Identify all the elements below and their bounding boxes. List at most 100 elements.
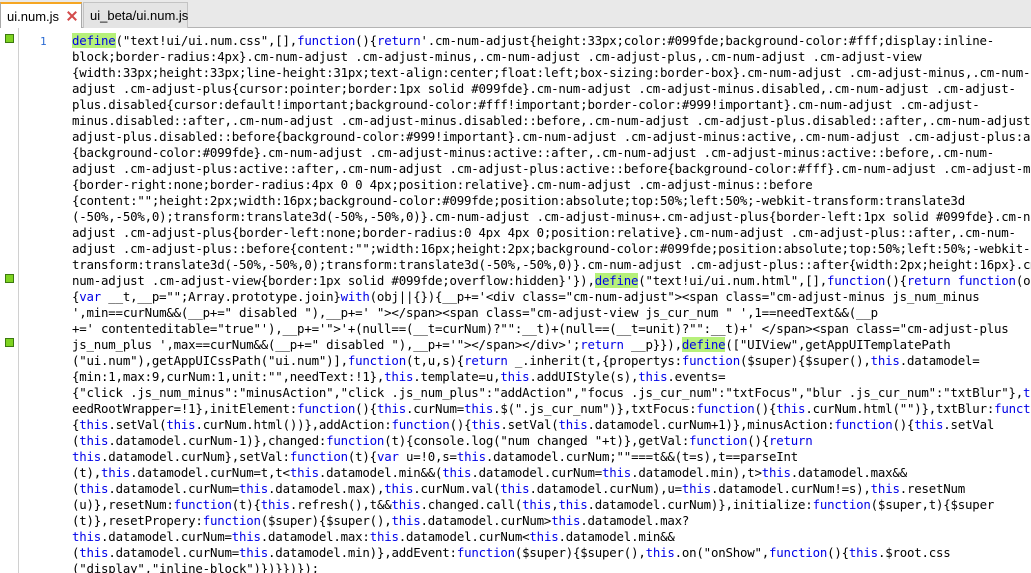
code-line[interactable]: block;border-radius:4px}.cm-num-adjust .… bbox=[72, 49, 1031, 65]
code-line[interactable]: js_num_plus ',max==curNum&&(__p+=" disab… bbox=[72, 337, 1031, 353]
code-token: .datamodel.min&&( bbox=[318, 465, 443, 480]
code-token: .datamodel.curNum= bbox=[108, 481, 239, 496]
keyword: this bbox=[231, 529, 261, 544]
keyword: this bbox=[602, 465, 632, 480]
code-token: .$root.css bbox=[877, 545, 951, 560]
code-editor[interactable]: 1 define("text!ui/ui.num.css",[],functio… bbox=[0, 28, 1031, 573]
code-line[interactable]: +=' contenteditable="true"'),__p+='">'+(… bbox=[72, 321, 1031, 337]
code-line[interactable]: minus.disabled::after,.cm-num-adjust .cm… bbox=[72, 113, 1031, 129]
tab-bar: ui.num.js ui_beta/ui.num.js bbox=[0, 0, 1031, 28]
code-token: .datamodel.min&& bbox=[558, 529, 675, 544]
code-line[interactable]: (t),this.datamodel.curNum=t,t<this.datam… bbox=[72, 465, 1031, 481]
code-line[interactable]: (t)},resetPropery:function($super){$supe… bbox=[72, 513, 1031, 529]
code-token: (t)},resetPropery: bbox=[72, 513, 203, 528]
code-token: __p}}), bbox=[623, 337, 682, 352]
code-line[interactable]: this.datamodel.curNum},setVal:function(t… bbox=[72, 449, 1031, 465]
code-token: (t){console.log("num changed "+t)},getVa… bbox=[384, 433, 690, 448]
keyword: this bbox=[72, 449, 102, 464]
tab-ui-num-js[interactable]: ui.num.js bbox=[0, 2, 82, 28]
code-token: ($super){$super(), bbox=[260, 513, 392, 528]
tab-ui-beta-ui-num-js[interactable]: ui_beta/ui.num.js bbox=[83, 2, 188, 28]
code-line[interactable]: (this.datamodel.curNum=this.datamodel.ma… bbox=[72, 481, 1031, 497]
code-line[interactable]: num-adjust .cm-adjust-view{border:1px so… bbox=[72, 273, 1031, 289]
code-token: .datamodel.min)},addEvent: bbox=[268, 545, 457, 560]
line-number: 1 bbox=[40, 35, 47, 48]
keyword: this bbox=[391, 513, 421, 528]
code-token: u=!0,s= bbox=[398, 449, 457, 464]
code-line[interactable]: {width:33px;height:33px;line-height:31px… bbox=[72, 65, 1031, 81]
code-line[interactable]: {background-color:#099fde}.cm-num-adjust… bbox=[72, 145, 1031, 161]
highlighted-keyword: define bbox=[594, 273, 639, 288]
highlighted-keyword: define bbox=[681, 337, 726, 352]
code-token: plus.disabled{cursor:default!important;b… bbox=[72, 97, 980, 112]
keyword: this bbox=[72, 529, 102, 544]
code-line[interactable]: {this.setVal(this.curNum.html())},addAct… bbox=[72, 417, 1031, 433]
code-line[interactable]: adjust-plus.disabled::before{background-… bbox=[72, 129, 1031, 145]
code-line[interactable]: (u)},resetNum:function(t){this.refresh()… bbox=[72, 497, 1031, 513]
code-token: .curNum.html())},addAction: bbox=[195, 417, 392, 432]
code-line[interactable]: ("ui.num"),getAppUICssPath("ui.num")],fu… bbox=[72, 353, 1031, 369]
keyword: function bbox=[834, 417, 893, 432]
code-line[interactable]: plus.disabled{cursor:default!important;b… bbox=[72, 97, 1031, 113]
code-token: js_num_plus ',max==curNum&&(__p+=" disab… bbox=[72, 337, 581, 352]
code-line[interactable]: define("text!ui/ui.num.css",[],function(… bbox=[72, 33, 1031, 49]
code-line[interactable]: {border-right:none;border-radius:4px 0 0… bbox=[72, 177, 1031, 193]
code-token: __t,__p="";Array.prototype.join} bbox=[101, 289, 341, 304]
code-line[interactable]: adjust .cm-adjust-plus:active::after,.cm… bbox=[72, 161, 1031, 177]
code-line[interactable]: this.datamodel.curNum=this.datamodel.max… bbox=[72, 529, 1031, 545]
code-line[interactable]: adjust .cm-adjust-plus::before{content:"… bbox=[72, 241, 1031, 257]
code-line[interactable]: transform:translate3d(-50%,-50%,0);trans… bbox=[72, 257, 1031, 273]
code-token: .setVal( bbox=[108, 417, 167, 432]
code-line[interactable]: eedRootWrapper=!1},initElement:function(… bbox=[72, 401, 1031, 417]
fold-bar bbox=[18, 28, 19, 573]
keyword: return bbox=[769, 433, 813, 448]
keyword: this bbox=[848, 545, 878, 560]
code-token: (){ bbox=[885, 273, 907, 288]
code-token: {content:"";height:2px;width:16px;backgr… bbox=[72, 193, 965, 208]
keyword: this bbox=[761, 465, 791, 480]
code-line[interactable]: adjust .cm-adjust-plus{border-left:none;… bbox=[72, 225, 1031, 241]
code-token: ($super){$super(), bbox=[739, 353, 871, 368]
bookmark-marker-icon[interactable] bbox=[5, 338, 14, 347]
code-token: .addUIStyle(s), bbox=[529, 369, 639, 384]
code-line[interactable]: {content:"";height:2px;width:16px;backgr… bbox=[72, 193, 1031, 209]
code-token: .datamodel.curNum= bbox=[108, 545, 239, 560]
code-line[interactable]: ("display","inline-block")})}})}); bbox=[72, 561, 1031, 573]
code-line[interactable]: ',min==curNum&&(__p+=" disabled "),__p+=… bbox=[72, 305, 1031, 321]
keyword: this bbox=[776, 401, 806, 416]
keyword: function bbox=[289, 449, 348, 464]
keyword: return bbox=[464, 353, 508, 368]
keyword: return bbox=[376, 33, 421, 48]
code-token: .datamodel.max: bbox=[260, 529, 370, 544]
code-token: (){ bbox=[892, 417, 915, 432]
bookmark-marker-icon[interactable] bbox=[5, 34, 14, 43]
code-token: adjust .cm-adjust-plus::before{content:"… bbox=[72, 241, 1031, 256]
code-token: {width:33px;height:33px;line-height:31px… bbox=[72, 65, 1031, 80]
code-token: .template=u, bbox=[413, 369, 501, 384]
keyword: var bbox=[79, 289, 102, 304]
code-line[interactable]: {var __t,__p="";Array.prototype.join}wit… bbox=[72, 289, 1031, 305]
code-token: adjust .cm-adjust-plus:active::after,.cm… bbox=[72, 161, 1031, 176]
keyword: this bbox=[558, 497, 588, 512]
code-line[interactable]: {"click .js_num_minus":"minusAction","cl… bbox=[72, 385, 1031, 401]
code-line[interactable]: (this.datamodel.curNum-1)},changed:funct… bbox=[72, 433, 1031, 449]
keyword: function bbox=[391, 417, 450, 432]
code-line[interactable]: (this.datamodel.curNum=this.datamodel.mi… bbox=[72, 545, 1031, 561]
bookmark-marker-icon[interactable] bbox=[5, 274, 14, 283]
code-token: (){ bbox=[747, 433, 769, 448]
keyword: this bbox=[1023, 385, 1031, 400]
code-line[interactable]: (-50%,-50%,0);transform:translate3d(-50%… bbox=[72, 209, 1031, 225]
keyword: this bbox=[638, 369, 668, 384]
keyword: this bbox=[914, 417, 944, 432]
code-line[interactable]: adjust .cm-adjust-plus{cursor:pointer;bo… bbox=[72, 81, 1031, 97]
code-token: _.inherit(t,{propertys: bbox=[507, 353, 682, 368]
keyword: with bbox=[340, 289, 370, 304]
code-text[interactable]: define("text!ui/ui.num.css",[],function(… bbox=[72, 33, 1031, 573]
close-icon[interactable] bbox=[67, 11, 75, 21]
keyword: this bbox=[384, 481, 414, 496]
keyword: function bbox=[202, 513, 261, 528]
code-token: .curNum= bbox=[405, 401, 465, 416]
code-token: (){ bbox=[827, 545, 849, 560]
code-line[interactable]: {min:1,max:9,curNum:1,unit:"",needText:!… bbox=[72, 369, 1031, 385]
keyword: function bbox=[681, 353, 740, 368]
